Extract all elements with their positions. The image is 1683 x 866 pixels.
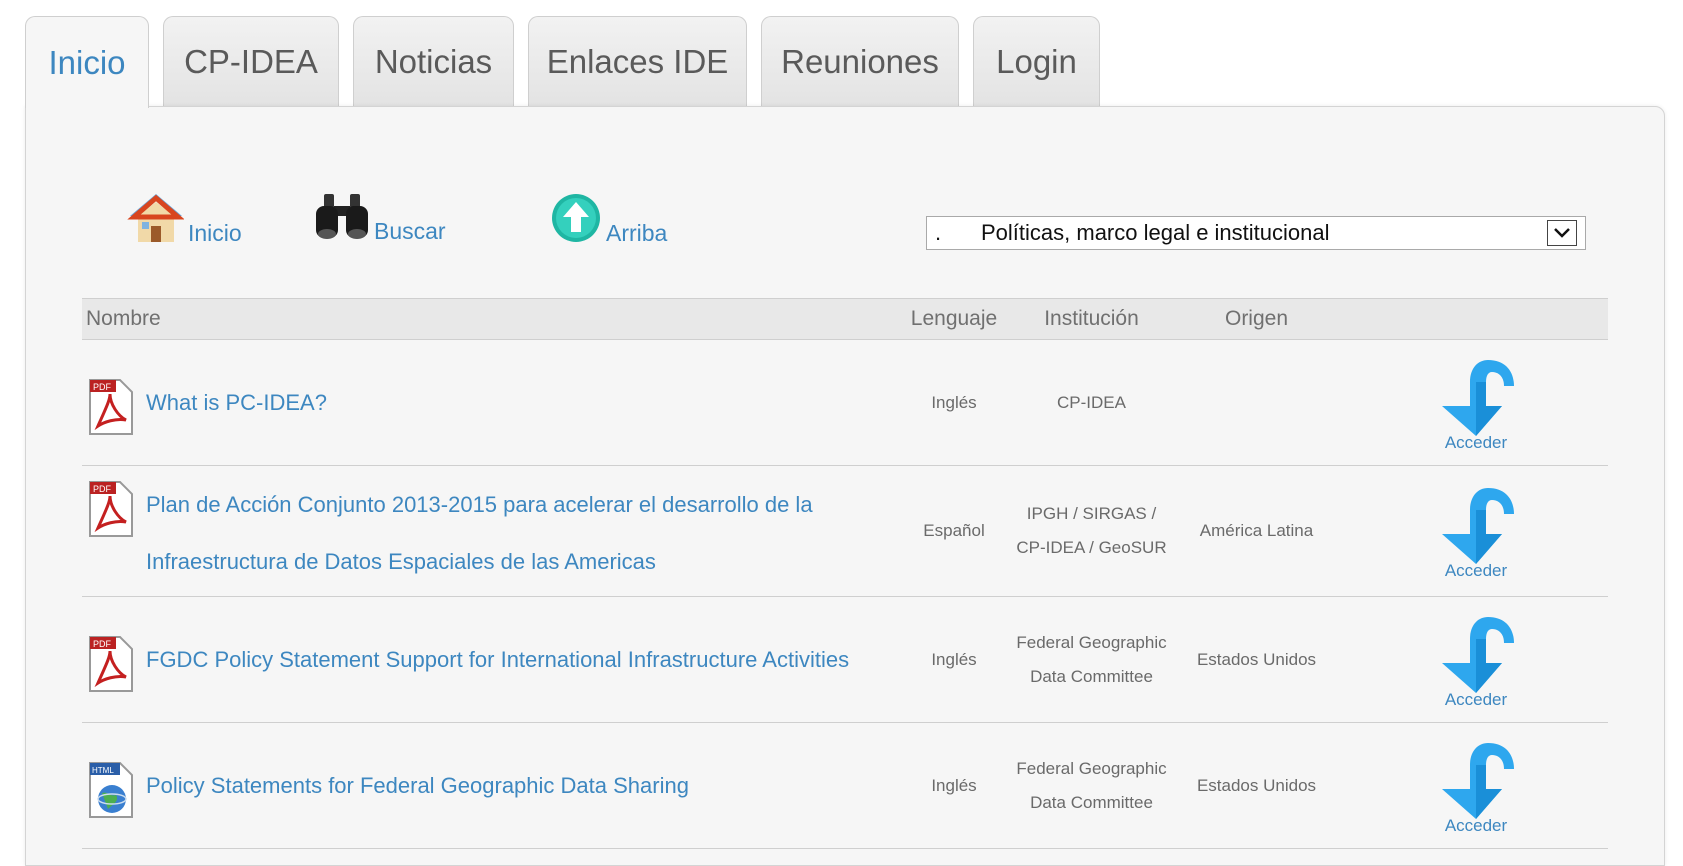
doc-language: Inglés: [894, 722, 1014, 849]
home-label: Inicio: [188, 220, 242, 246]
documents-table: Nombre Lenguaje Institución Origen PDF W…: [82, 298, 1608, 849]
tab-login[interactable]: Login: [973, 16, 1100, 106]
doc-language: Español: [894, 465, 1014, 597]
doc-institution: Federal Geographic Data Committee: [1014, 596, 1169, 723]
svg-text:PDF: PDF: [93, 639, 112, 649]
binoculars-icon: [314, 192, 370, 247]
select-prefix: .: [935, 220, 942, 245]
home-link[interactable]: Inicio: [126, 190, 242, 249]
access-button[interactable]: Acceder: [1345, 609, 1607, 711]
tab-noticias[interactable]: Noticias: [353, 16, 514, 106]
download-arrow-icon: [1442, 742, 1514, 819]
col-header-name: Nombre: [82, 298, 894, 340]
doc-title-link[interactable]: Plan de Acción Conjunto 2013-2015 para a…: [146, 492, 813, 574]
table-row: PDF FGDC Policy Statement Support for In…: [82, 596, 1608, 723]
download-arrow-icon: [1442, 488, 1514, 564]
doc-action-cell: Acceder: [1344, 339, 1608, 466]
search-label: Buscar: [374, 218, 446, 244]
download-arrow-icon: [1442, 616, 1514, 693]
col-header-origin: Origen: [1169, 298, 1344, 340]
pdf-file-icon: PDF: [88, 480, 134, 538]
tab-inicio[interactable]: Inicio: [25, 16, 149, 108]
access-button[interactable]: Acceder: [1345, 480, 1607, 582]
doc-language: Inglés: [894, 339, 1014, 466]
access-label: Acceder: [1444, 689, 1508, 709]
doc-institution: CP-IDEA: [1014, 339, 1169, 466]
svg-text:PDF: PDF: [93, 484, 112, 494]
doc-name-cell: PDF What is PC-IDEA?: [82, 339, 894, 466]
up-arrow-icon: [550, 192, 602, 249]
tab-enlaces-ide[interactable]: Enlaces IDE: [528, 16, 747, 106]
doc-language: Inglés: [894, 596, 1014, 723]
access-label: Acceder: [1444, 432, 1508, 452]
table-row: PDF Plan de Acción Conjunto 2013-2015 pa…: [82, 465, 1608, 597]
doc-name-cell: HTML Policy Statements for Federal Geogr…: [82, 722, 894, 849]
doc-origin: Estados Unidos: [1169, 722, 1344, 849]
download-arrow-icon: [1442, 359, 1514, 436]
access-label: Acceder: [1444, 815, 1508, 835]
table-row: HTML Policy Statements for Federal Geogr…: [82, 722, 1608, 849]
tab-cp-idea[interactable]: CP-IDEA: [163, 16, 339, 106]
doc-origin: Estados Unidos: [1169, 596, 1344, 723]
pdf-file-icon: PDF: [88, 635, 134, 693]
up-link[interactable]: Arriba: [550, 192, 667, 249]
table-row: PDF What is PC-IDEA? Inglés CP-IDEA Acce…: [82, 339, 1608, 466]
category-select[interactable]: . Políticas, marco legal e institucional: [926, 216, 1586, 250]
doc-action-cell: Acceder: [1344, 465, 1608, 597]
doc-action-cell: Acceder: [1344, 722, 1608, 849]
col-header-action: [1344, 298, 1608, 340]
svg-text:PDF: PDF: [93, 382, 112, 392]
doc-title-link[interactable]: What is PC-IDEA?: [146, 390, 327, 415]
doc-title-link[interactable]: Policy Statements for Federal Geographic…: [146, 773, 689, 798]
home-icon: [126, 190, 185, 249]
access-button[interactable]: Acceder: [1345, 352, 1607, 454]
doc-action-cell: Acceder: [1344, 596, 1608, 723]
up-label: Arriba: [606, 220, 668, 246]
doc-institution: Federal Geographic Data Committee: [1014, 722, 1169, 849]
table-header-row: Nombre Lenguaje Institución Origen: [82, 298, 1608, 340]
access-button[interactable]: Acceder: [1345, 735, 1607, 837]
doc-title-link[interactable]: FGDC Policy Statement Support for Intern…: [146, 647, 849, 672]
doc-origin: [1169, 339, 1344, 466]
search-link[interactable]: Buscar: [314, 192, 446, 247]
col-header-language: Lenguaje: [894, 298, 1014, 340]
select-value: Políticas, marco legal e institucional: [981, 220, 1330, 245]
pdf-file-icon: PDF: [88, 378, 134, 436]
chevron-down-icon[interactable]: [1547, 220, 1577, 246]
doc-institution: IPGH / SIRGAS / CP-IDEA / GeoSUR: [1014, 465, 1169, 597]
html-file-icon: HTML: [88, 761, 134, 819]
access-label: Acceder: [1444, 561, 1508, 580]
col-header-institution: Institución: [1014, 298, 1169, 340]
tab-reuniones[interactable]: Reuniones: [761, 16, 959, 106]
doc-name-cell: PDF FGDC Policy Statement Support for In…: [82, 596, 894, 723]
svg-text:HTML: HTML: [92, 766, 114, 775]
doc-name-cell: PDF Plan de Acción Conjunto 2013-2015 pa…: [82, 465, 894, 597]
doc-origin: América Latina: [1169, 465, 1344, 597]
